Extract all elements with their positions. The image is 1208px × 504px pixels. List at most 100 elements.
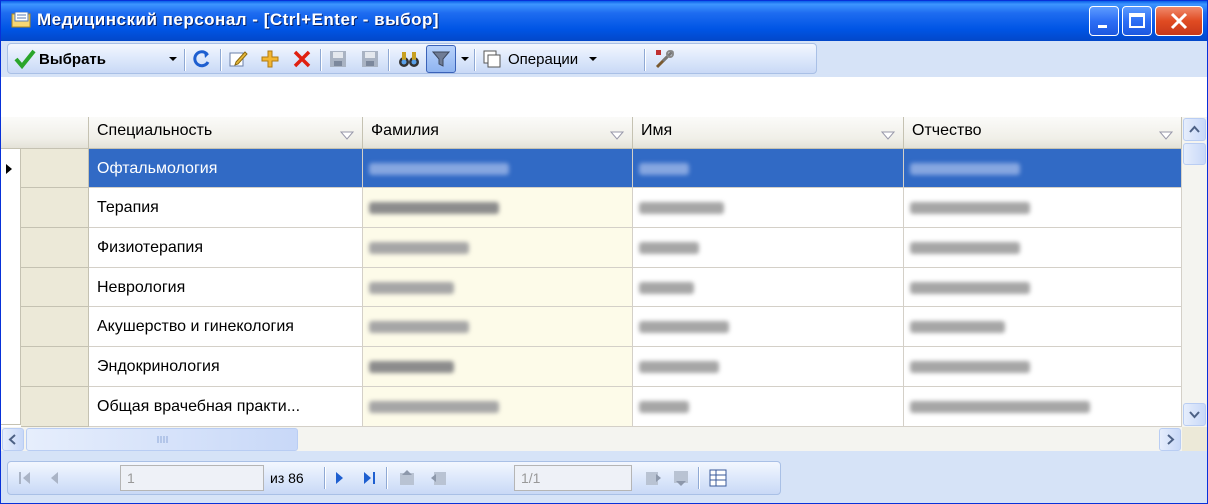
edit-button[interactable] (228, 46, 248, 72)
page-previous-icon (431, 472, 446, 485)
filter-dropdown-arrow[interactable] (460, 46, 470, 72)
record-number-input[interactable]: 1 (120, 465, 264, 491)
row-selector[interactable] (21, 387, 89, 427)
table-cell-name[interactable] (633, 387, 904, 427)
table-cell-patronymic[interactable] (904, 149, 1182, 188)
record-count-label: из 86 (270, 470, 304, 486)
table-cell-name[interactable] (633, 307, 904, 347)
cell-text: Акушерство и гинекология (97, 318, 294, 335)
table-cell-name[interactable] (633, 188, 904, 228)
table-cell-surname[interactable] (363, 268, 633, 307)
folder-list-icon (11, 12, 31, 28)
close-button[interactable] (1155, 6, 1203, 36)
table-cell-surname[interactable] (363, 387, 633, 427)
save-disabled-icon (362, 51, 378, 67)
cell-text: Офтальмология (97, 160, 218, 177)
page-number-input[interactable]: 1/1 (514, 465, 632, 491)
scroll-down-button[interactable] (1183, 403, 1206, 426)
table-cell-name[interactable] (633, 149, 904, 188)
column-header-name[interactable]: Имя (633, 117, 904, 149)
save-button[interactable] (328, 46, 348, 72)
cell-text: Эндокринология (97, 358, 220, 375)
chevron-down-icon (169, 57, 177, 61)
row-selector[interactable] (21, 347, 89, 387)
last-record-button[interactable] (362, 470, 376, 491)
table-cell-name[interactable] (633, 268, 904, 307)
table-cell-speciality[interactable]: Офтальмология (89, 149, 363, 188)
minimize-button[interactable] (1089, 6, 1119, 36)
table-cell-speciality[interactable]: Акушерство и гинекология (89, 307, 363, 347)
vertical-scroll-thumb[interactable] (1183, 143, 1206, 165)
column-header-label: Отчество (912, 122, 982, 139)
grid-settings-button[interactable] (708, 468, 728, 493)
column-filter-icon[interactable] (610, 131, 624, 140)
select-dropdown-arrow[interactable] (168, 46, 178, 72)
scroll-left-button[interactable] (2, 428, 24, 451)
horizontal-scrollbar[interactable] (1, 427, 1182, 451)
scroll-up-button[interactable] (1183, 118, 1206, 141)
table-cell-surname[interactable] (363, 347, 633, 387)
page-next-button[interactable] (644, 469, 662, 492)
table-cell-surname[interactable] (363, 188, 633, 228)
column-header-speciality[interactable]: Специальность (89, 117, 363, 149)
filter-icon (431, 51, 451, 67)
row-selector[interactable] (21, 228, 89, 268)
table-cell-patronymic[interactable] (904, 347, 1182, 387)
page-first-button[interactable] (398, 469, 416, 492)
row-selector[interactable] (6, 149, 89, 188)
find-button[interactable] (398, 46, 420, 72)
title-bar[interactable]: Медицинский персонал - [Ctrl+Enter - выб… (1, 1, 1207, 41)
page-last-button[interactable] (672, 469, 690, 492)
column-header-patronymic[interactable]: Отчество (904, 117, 1182, 149)
refresh-button[interactable] (192, 46, 212, 72)
navigator-strip: 1 из 86 1/1 (7, 461, 781, 495)
horizontal-scroll-thumb[interactable] (26, 428, 298, 451)
filter-button[interactable] (426, 45, 456, 73)
row-selector[interactable] (21, 307, 89, 347)
next-record-button[interactable] (334, 470, 346, 491)
table-cell-name[interactable] (633, 228, 904, 268)
check-icon (14, 49, 36, 69)
table-cell-speciality[interactable]: Общая врачебная практи... (89, 387, 363, 427)
delete-button[interactable] (292, 46, 312, 72)
table-cell-patronymic[interactable] (904, 307, 1182, 347)
table-cell-surname[interactable] (363, 149, 633, 188)
table-cell-patronymic[interactable] (904, 228, 1182, 268)
table-cell-speciality[interactable]: Терапия (89, 188, 363, 228)
maximize-button[interactable] (1122, 6, 1152, 36)
cell-text: Физиотерапия (97, 239, 204, 256)
table-cell-patronymic[interactable] (904, 387, 1182, 427)
window-title: Медицинский персонал - [Ctrl+Enter - выб… (37, 10, 440, 29)
row-selector[interactable] (21, 268, 89, 307)
toolbar: Выбрать Операции (1, 41, 1207, 78)
operations-button[interactable]: Операции (482, 46, 598, 72)
table-cell-patronymic[interactable] (904, 268, 1182, 307)
column-filter-icon[interactable] (340, 131, 354, 140)
chevron-left-icon (8, 434, 16, 445)
page-previous-button[interactable] (430, 469, 448, 492)
table-cell-patronymic[interactable] (904, 188, 1182, 228)
save-icon (330, 51, 346, 67)
refresh-icon (193, 50, 210, 68)
column-header-surname[interactable]: Фамилия (363, 117, 633, 149)
table-cell-surname[interactable] (363, 307, 633, 347)
scroll-right-button[interactable] (1159, 428, 1181, 451)
table-cell-speciality[interactable]: Физиотерапия (89, 228, 363, 268)
column-filter-icon[interactable] (1159, 131, 1173, 140)
save-all-button[interactable] (360, 46, 380, 72)
table-cell-speciality[interactable]: Неврология (89, 268, 363, 307)
select-button[interactable]: Выбрать (14, 46, 106, 72)
previous-record-button[interactable] (48, 470, 60, 491)
column-filter-icon[interactable] (881, 131, 895, 140)
row-selector[interactable] (21, 188, 89, 228)
page-last-icon (674, 471, 688, 486)
table-cell-speciality[interactable]: Эндокринология (89, 347, 363, 387)
tools-button[interactable] (654, 46, 676, 72)
operations-label: Операции (508, 50, 579, 68)
table-cell-surname[interactable] (363, 228, 633, 268)
first-record-button[interactable] (18, 470, 32, 491)
vertical-scrollbar[interactable] (1182, 117, 1207, 427)
add-button[interactable] (260, 46, 280, 72)
table-cell-name[interactable] (633, 347, 904, 387)
delete-icon (293, 50, 311, 68)
